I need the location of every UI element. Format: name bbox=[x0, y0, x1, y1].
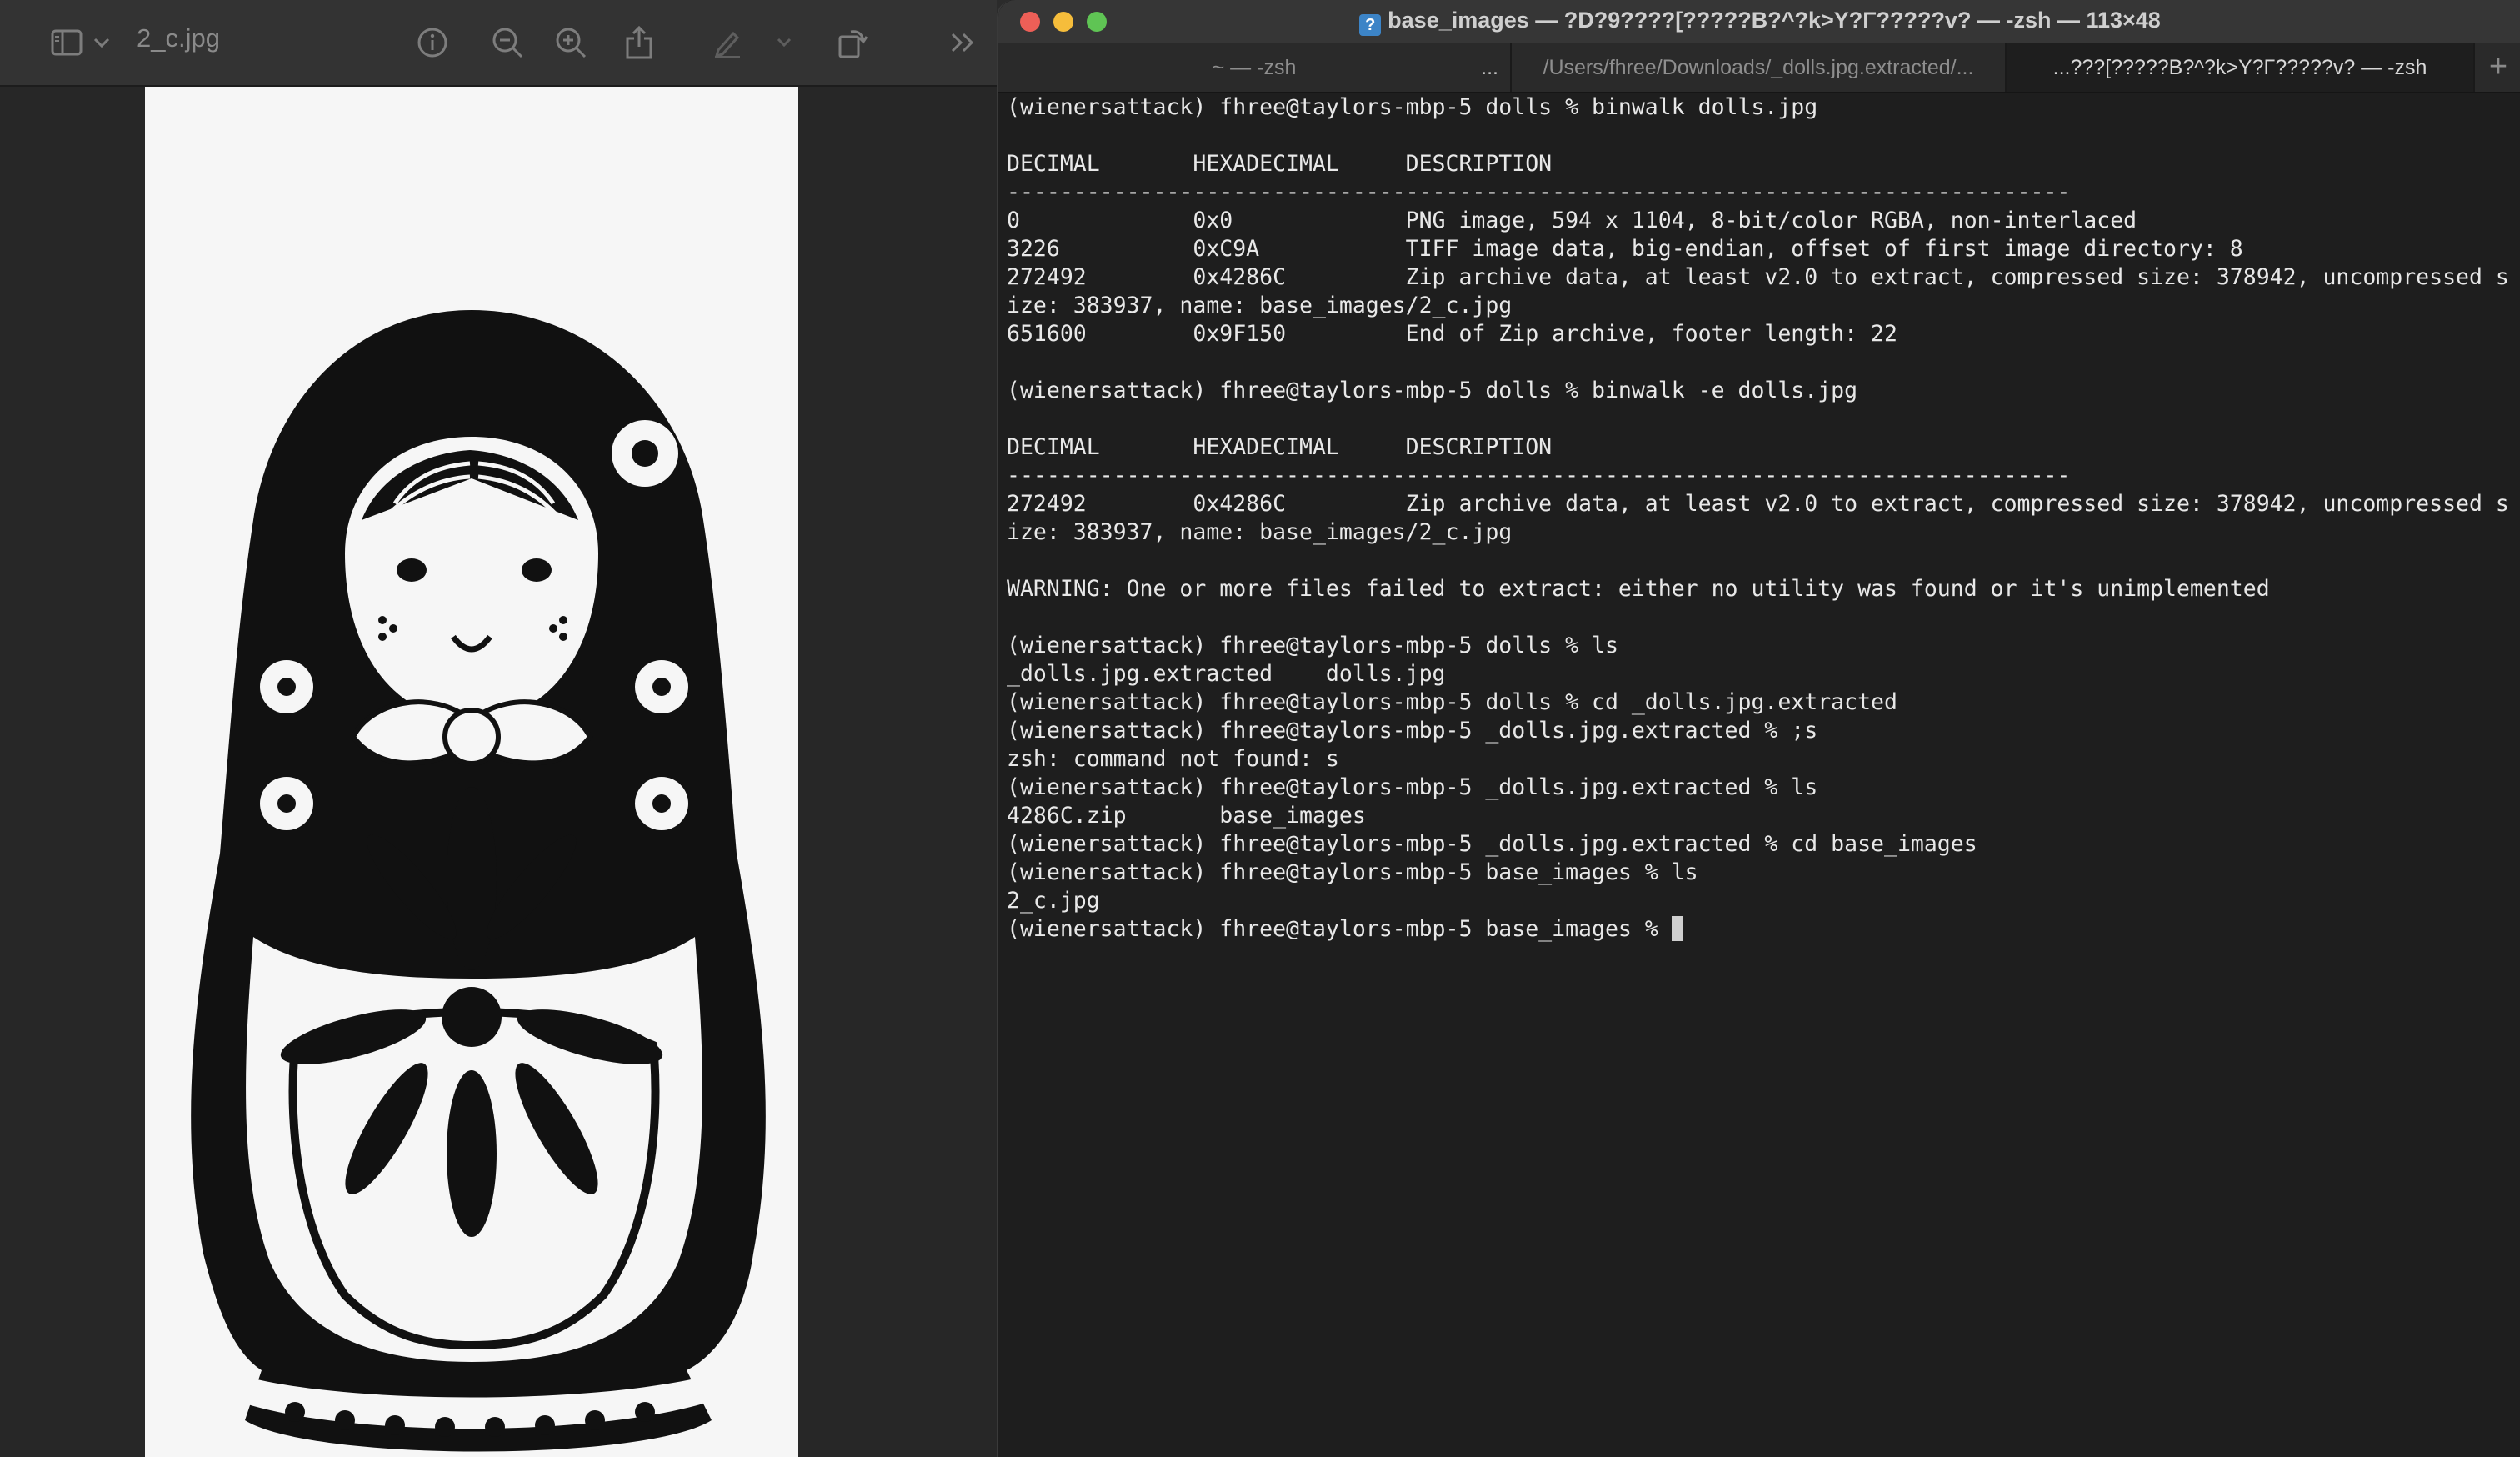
zoom-in-icon[interactable] bbox=[552, 22, 590, 63]
terminal-line: 272492 0x4286C Zip archive data, at leas… bbox=[1007, 491, 2509, 517]
chevron-down-icon[interactable] bbox=[773, 22, 795, 63]
window-title-text: base_images — ?D?9????[?????B?^?k>Y?Γ???… bbox=[1388, 8, 2161, 33]
terminal-prompt-line[interactable]: (wienersattack) fhree@taylors-mbp-5 base… bbox=[1007, 915, 2512, 944]
tab-bar: ~ — -zsh ... /Users/fhree/Downloads/_dol… bbox=[998, 43, 2520, 93]
text-cursor bbox=[1671, 916, 1683, 941]
terminal-line: ----------------------------------------… bbox=[1007, 179, 2071, 205]
tab-overflow-indicator: ... bbox=[1481, 56, 1498, 79]
terminal-output[interactable]: (wienersattack) fhree@taylors-mbp-5 doll… bbox=[1007, 93, 2512, 1452]
tab-label: ...???[?????B?^?k>Y?Γ?????v? — -zsh bbox=[2052, 56, 2428, 79]
terminal-line: (wienersattack) fhree@taylors-mbp-5 base… bbox=[1007, 859, 1698, 885]
tab-label: ~ — -zsh bbox=[1212, 56, 1297, 79]
terminal-line: DECIMAL HEXADECIMAL DESCRIPTION bbox=[1007, 434, 1552, 460]
new-tab-button[interactable]: + bbox=[2475, 43, 2520, 92]
tab-label: /Users/fhree/Downloads/_dolls.jpg.extrac… bbox=[1542, 56, 1974, 79]
preview-window: 2_c.jpg bbox=[0, 0, 997, 1457]
folder-question-icon: ? bbox=[1359, 14, 1382, 36]
terminal-line: (wienersattack) fhree@taylors-mbp-5 doll… bbox=[1007, 94, 1818, 120]
tab-base-images[interactable]: ...???[?????B?^?k>Y?Γ?????v? — -zsh bbox=[2007, 43, 2475, 92]
terminal-line: (wienersattack) fhree@taylors-mbp-5 _dol… bbox=[1007, 718, 1818, 744]
terminal-line: WARNING: One or more files failed to ext… bbox=[1007, 576, 2270, 602]
more-chevrons-icon[interactable] bbox=[945, 22, 982, 63]
preview-toolbar: 2_c.jpg bbox=[0, 0, 997, 87]
terminal-line: (wienersattack) fhree@taylors-mbp-5 doll… bbox=[1007, 689, 1898, 715]
doll-image bbox=[145, 87, 798, 1457]
terminal-line: (wienersattack) fhree@taylors-mbp-5 _dol… bbox=[1007, 774, 1818, 800]
terminal-line: 651600 0x9F150 End of Zip archive, foote… bbox=[1007, 321, 1898, 347]
markup-pen-icon[interactable] bbox=[708, 22, 747, 63]
terminal-prompt: (wienersattack) fhree@taylors-mbp-5 base… bbox=[1007, 916, 1672, 942]
terminal-line: 0 0x0 PNG image, 594 x 1104, 8-bit/color… bbox=[1007, 208, 2138, 233]
terminal-line: ----------------------------------------… bbox=[1007, 463, 2071, 488]
terminal-line: ize: 383937, name: base_images/2_c.jpg bbox=[1007, 519, 1512, 545]
document-title: 2_c.jpg bbox=[137, 23, 220, 53]
terminal-line: DECIMAL HEXADECIMAL DESCRIPTION bbox=[1007, 151, 1552, 177]
chevron-down-icon[interactable] bbox=[90, 22, 113, 63]
sidebar-icon[interactable] bbox=[48, 22, 85, 63]
terminal-line: ize: 383937, name: base_images/2_c.jpg bbox=[1007, 293, 1512, 318]
terminal-line: 4286C.zip base_images bbox=[1007, 803, 1366, 829]
terminal-line: (wienersattack) fhree@taylors-mbp-5 _dol… bbox=[1007, 831, 1978, 857]
terminal-line: _dolls.jpg.extracted dolls.jpg bbox=[1007, 661, 1446, 687]
terminal-line: 272492 0x4286C Zip archive data, at leas… bbox=[1007, 264, 2509, 290]
terminal-window: ? base_images — ?D?9????[?????B?^?k>Y?Γ??… bbox=[997, 0, 2520, 1457]
terminal-titlebar[interactable]: ? base_images — ?D?9????[?????B?^?k>Y?Γ??… bbox=[998, 0, 2520, 43]
terminal-line: (wienersattack) fhree@taylors-mbp-5 doll… bbox=[1007, 378, 1858, 403]
window-title: ? base_images — ?D?9????[?????B?^?k>Y?Γ??… bbox=[998, 8, 2520, 36]
terminal-line: (wienersattack) fhree@taylors-mbp-5 doll… bbox=[1007, 633, 1618, 658]
tab-zsh-home[interactable]: ~ — -zsh ... bbox=[998, 43, 1512, 92]
rotate-icon[interactable] bbox=[833, 22, 872, 63]
share-icon[interactable] bbox=[620, 22, 658, 63]
tab-extracted-path[interactable]: /Users/fhree/Downloads/_dolls.jpg.extrac… bbox=[1512, 43, 2007, 92]
terminal-line: zsh: command not found: s bbox=[1007, 746, 1339, 772]
terminal-line: 3226 0xC9A TIFF image data, big-endian, … bbox=[1007, 236, 2243, 262]
zoom-out-icon[interactable] bbox=[488, 22, 527, 63]
terminal-line: 2_c.jpg bbox=[1007, 888, 1100, 914]
info-icon[interactable] bbox=[413, 22, 452, 63]
